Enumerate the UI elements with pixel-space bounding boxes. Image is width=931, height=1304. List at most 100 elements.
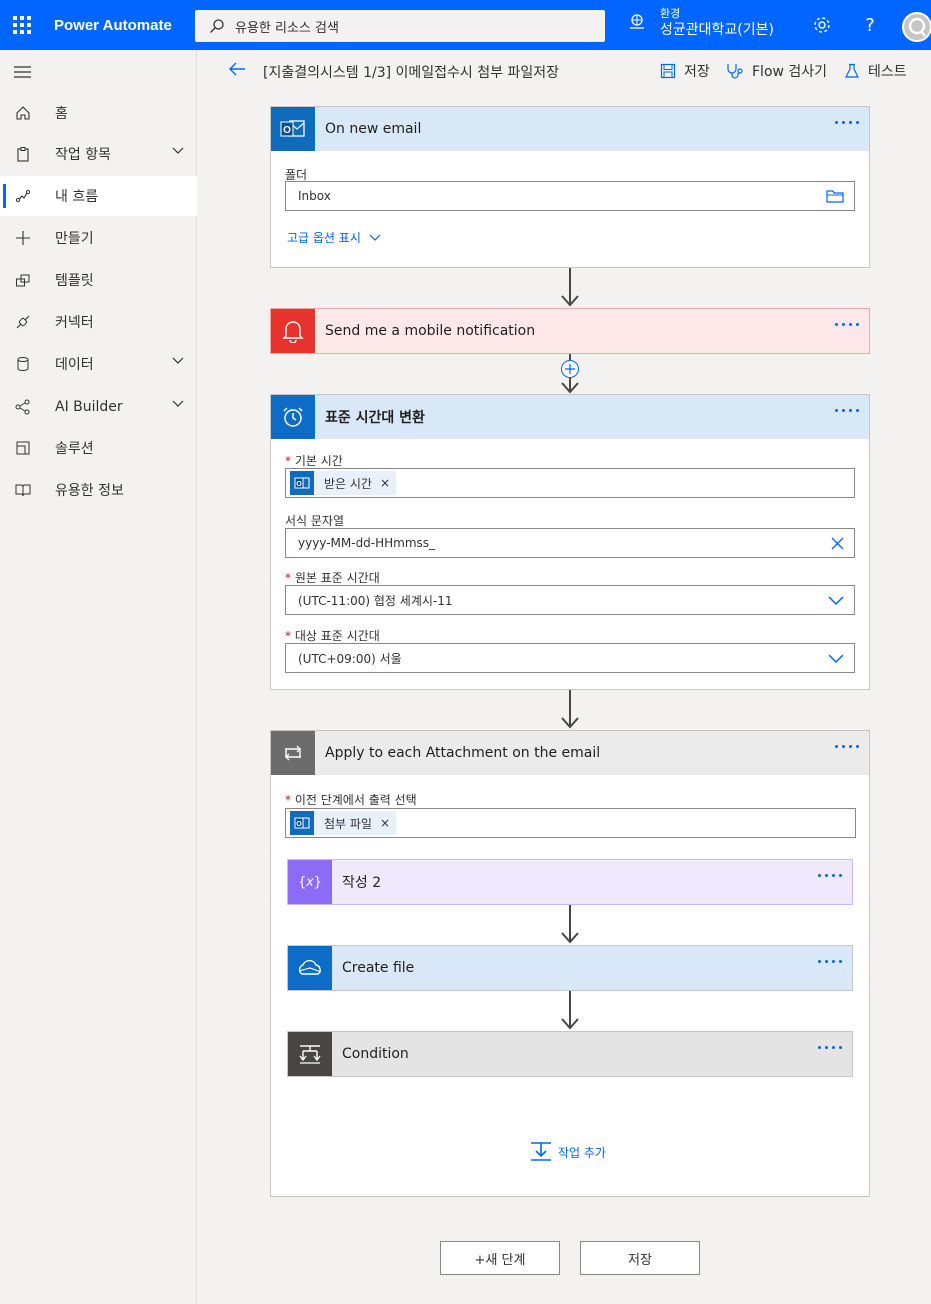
apply-to-each-card[interactable]: Apply to each Attachment on the email * … <box>270 730 870 1197</box>
nav-label: 유용한 정보 <box>55 483 124 499</box>
app-title[interactable]: Power Automate <box>54 17 194 34</box>
flow-designer-canvas: O On new email 폴더 Inbox 고급 옵션 표시 Send me… <box>198 90 931 1304</box>
card-title: 작성 2 <box>342 875 382 891</box>
flow-checker-button[interactable]: Flow 검사기 <box>726 61 827 81</box>
nav-item-connectors[interactable]: 커넥터 <box>0 302 197 342</box>
back-arrow-icon[interactable] <box>228 61 246 77</box>
card-header[interactable]: 표준 시간대 변환 <box>271 395 869 439</box>
more-options-button[interactable] <box>835 409 859 412</box>
chevron-down-icon <box>828 654 844 664</box>
help-icon: ? <box>865 14 875 36</box>
more-options-button[interactable] <box>818 1046 842 1049</box>
folder-value: Inbox <box>298 189 331 203</box>
top-bar: Power Automate 유용한 리소스 검색 환경 성균관대학교(기본) … <box>0 0 931 50</box>
nav-label: 내 흐름 <box>55 189 99 205</box>
action-card-convert-time-zone[interactable]: 표준 시간대 변환 * 기본 시간 O 받은 시간 × 서식 문자열 yyyy-… <box>270 394 870 690</box>
collapse-nav-button[interactable] <box>14 66 32 82</box>
add-action-button[interactable]: 작업 추가 <box>530 1142 606 1162</box>
bell-icon <box>271 309 315 353</box>
card-header[interactable]: Create file <box>288 946 852 990</box>
gear-icon <box>814 17 830 33</box>
avatar[interactable] <box>902 12 931 42</box>
new-step-button[interactable]: +새 단계 <box>440 1241 560 1275</box>
nav-label: 템플릿 <box>55 273 94 289</box>
show-advanced-options-link[interactable]: 고급 옵션 표시 <box>287 229 381 246</box>
nav-item-my-flows[interactable]: 내 흐름 <box>0 176 197 216</box>
save-flow-button[interactable]: 저장 <box>580 1241 700 1275</box>
flow-icon <box>15 189 31 203</box>
format-string-value: yyyy-MM-dd-HHmmss_ <box>298 536 436 550</box>
nav-item-ai-builder[interactable]: AI Builder <box>0 387 197 427</box>
save-label: 저장 <box>684 64 710 80</box>
trigger-card-on-new-email[interactable]: O On new email 폴더 Inbox 고급 옵션 표시 <box>270 106 870 268</box>
card-header[interactable]: O On new email <box>271 107 869 151</box>
remove-token-button[interactable]: × <box>380 476 390 490</box>
waffle-icon <box>13 16 31 34</box>
card-title: On new email <box>325 121 422 137</box>
onedrive-icon <box>288 946 332 990</box>
nav-item-learn[interactable]: 유용한 정보 <box>0 470 197 510</box>
test-label: 테스트 <box>868 64 907 80</box>
insert-step-button[interactable] <box>561 360 579 378</box>
nav-item-create[interactable]: 만들기 <box>0 218 197 258</box>
nav-item-templates[interactable]: 템플릿 <box>0 260 197 300</box>
book-icon <box>15 484 31 497</box>
settings-button[interactable] <box>810 13 834 37</box>
remove-token-button[interactable]: × <box>380 816 390 830</box>
format-string-field[interactable]: yyyy-MM-dd-HHmmss_ <box>285 528 855 558</box>
environment-picker[interactable]: 환경 성균관대학교(기본) <box>628 6 774 38</box>
outlook-icon: O <box>290 811 314 835</box>
folder-icon[interactable] <box>826 189 844 203</box>
more-options-button[interactable] <box>818 874 842 877</box>
advanced-link-label: 고급 옵션 표시 <box>287 231 361 245</box>
action-card-create-file[interactable]: Create file <box>287 945 853 991</box>
select-output-field[interactable]: O 첨부 파일 × <box>285 808 856 838</box>
card-header[interactable]: Send me a mobile notification <box>271 309 869 353</box>
test-button[interactable]: 테스트 <box>844 61 907 81</box>
token-label: 받은 시간 <box>324 476 372 491</box>
alarm-clock-icon <box>271 395 315 439</box>
card-header[interactable]: Condition <box>288 1032 852 1076</box>
more-options-button[interactable] <box>835 323 859 326</box>
base-time-label: * 기본 시간 <box>285 454 343 468</box>
card-title: Create file <box>342 960 415 976</box>
dynamic-content-token[interactable]: O 첨부 파일 × <box>290 811 397 835</box>
base-time-field[interactable]: O 받은 시간 × <box>285 468 855 498</box>
nav-item-action-items[interactable]: 작업 항목 <box>0 134 197 174</box>
left-navigation: 홈 작업 항목 내 흐름 만들기 템플릿 커넥터 데이터 AI Builder … <box>0 50 197 1304</box>
nav-item-home[interactable]: 홈 <box>0 93 197 133</box>
action-card-mobile-notification[interactable]: Send me a mobile notification <box>270 308 870 354</box>
save-button[interactable]: 저장 <box>660 61 710 81</box>
plus-icon <box>16 231 30 245</box>
card-header[interactable]: Apply to each Attachment on the email <box>271 731 869 775</box>
help-button[interactable]: ? <box>858 13 882 37</box>
more-options-button[interactable] <box>818 960 842 963</box>
clear-icon[interactable] <box>831 537 844 550</box>
flow-arrow <box>561 991 579 1030</box>
card-title: Condition <box>342 1046 409 1062</box>
dynamic-content-token[interactable]: O 받은 시간 × <box>290 471 397 495</box>
chevron-down-icon <box>369 234 381 241</box>
more-options-button[interactable] <box>835 745 859 748</box>
target-time-zone-select[interactable]: (UTC+09:00) 서울 <box>285 643 855 673</box>
ai-builder-icon <box>15 399 30 415</box>
add-action-icon <box>531 1142 551 1161</box>
more-options-button[interactable] <box>835 121 859 124</box>
nav-item-data[interactable]: 데이터 <box>0 344 197 384</box>
svg-text:O: O <box>296 481 302 488</box>
clipboard-icon <box>17 147 29 162</box>
card-header[interactable]: {x} 작성 2 <box>288 860 852 904</box>
search-box[interactable]: 유용한 리소스 검색 <box>195 10 605 42</box>
chevron-down-icon[interactable] <box>172 147 184 155</box>
source-time-zone-select[interactable]: (UTC-11:00) 협정 세계시-11 <box>285 585 855 615</box>
folder-field[interactable]: Inbox <box>285 181 855 211</box>
app-launcher-button[interactable] <box>0 0 44 50</box>
chevron-down-icon[interactable] <box>172 357 184 365</box>
hamburger-icon <box>14 66 31 78</box>
nav-item-solutions[interactable]: 솔루션 <box>0 428 197 468</box>
chevron-down-icon[interactable] <box>172 400 184 408</box>
flask-icon <box>845 63 859 78</box>
search-placeholder: 유용한 리소스 검색 <box>235 20 339 36</box>
action-card-compose[interactable]: {x} 작성 2 <box>287 859 853 905</box>
action-card-condition[interactable]: Condition <box>287 1031 853 1077</box>
